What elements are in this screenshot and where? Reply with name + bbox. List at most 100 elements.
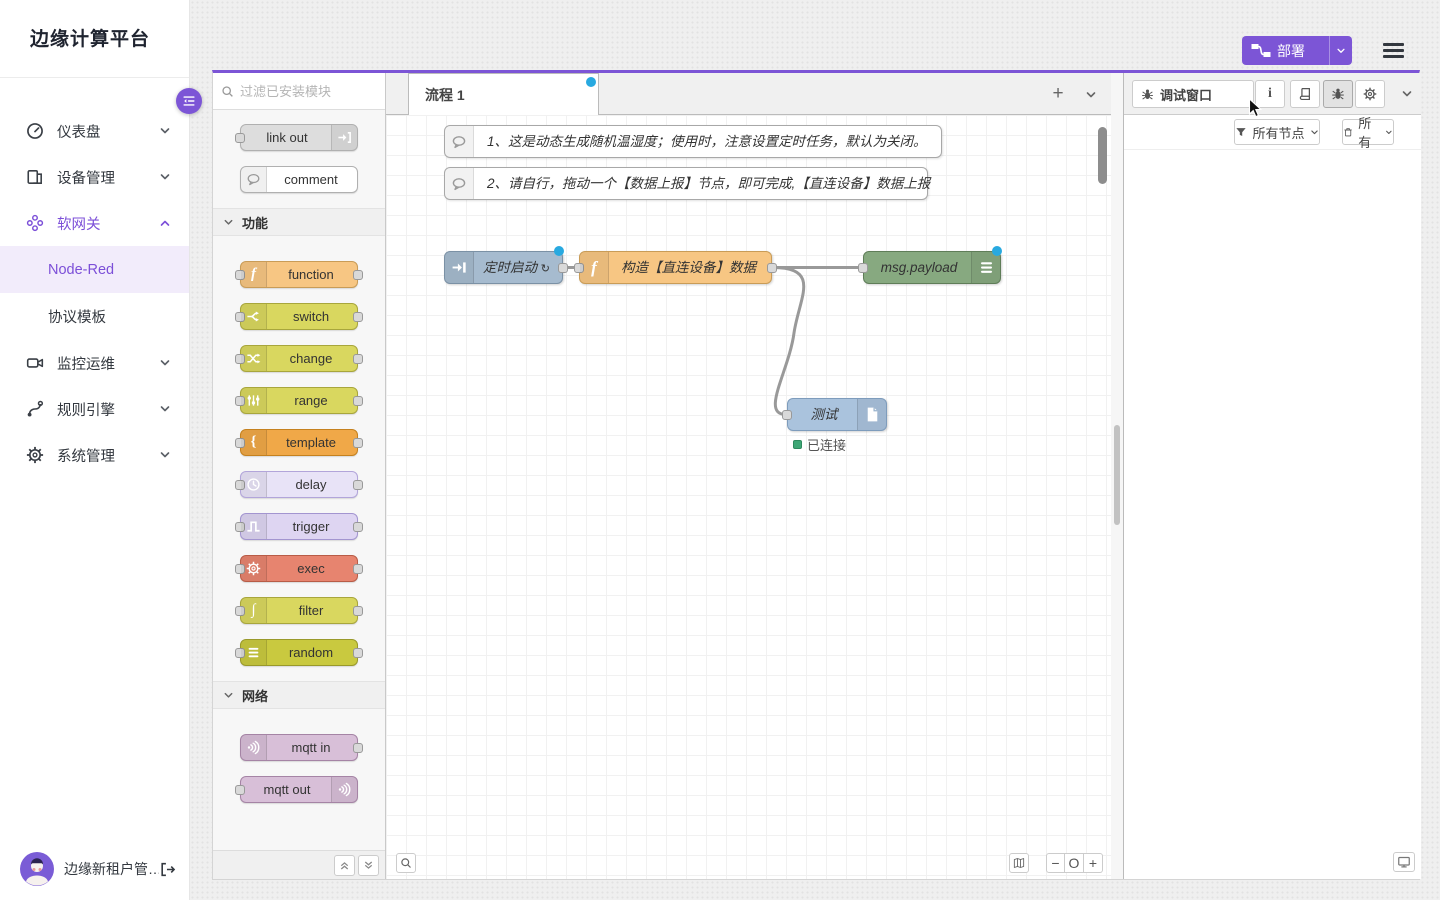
- report-node[interactable]: 测试: [787, 398, 887, 431]
- output-port[interactable]: [353, 564, 363, 574]
- output-port[interactable]: [353, 648, 363, 658]
- input-port[interactable]: [235, 785, 245, 795]
- palette-node-random[interactable]: random: [240, 639, 358, 666]
- debug-filter-row: 所有节点 所有: [1124, 115, 1421, 150]
- input-port[interactable]: [858, 263, 868, 273]
- palette-node-exec[interactable]: exec: [240, 555, 358, 582]
- output-port[interactable]: [353, 480, 363, 490]
- palette-section-network[interactable]: 网络: [213, 681, 385, 709]
- output-port[interactable]: [558, 263, 568, 273]
- sidebar-item-devices[interactable]: 设备管理: [0, 154, 189, 200]
- palette-body: link out comment 功能 f function: [213, 110, 385, 803]
- comment-node-2[interactable]: 2、请自行，拖动一个【数据上报】节点，即可完成,【直连设备】数据上报: [444, 167, 928, 200]
- search-icon: [221, 85, 234, 98]
- deploy-label: 部署: [1277, 41, 1329, 61]
- navigator-button[interactable]: [1009, 853, 1029, 873]
- link-out-icon: [331, 125, 357, 150]
- zoom-in-button[interactable]: +: [1084, 853, 1103, 873]
- sidebar-item-label: 软网关: [57, 213, 101, 234]
- palette-node-template[interactable]: { template: [240, 429, 358, 456]
- gear-icon: [241, 556, 267, 581]
- palette-node-change[interactable]: change: [240, 345, 358, 372]
- inject-node[interactable]: 定时启动 ↻: [444, 251, 563, 284]
- zoom-out-button[interactable]: −: [1046, 853, 1065, 873]
- output-port[interactable]: [353, 438, 363, 448]
- output-port[interactable]: [353, 396, 363, 406]
- flow-list-chevron-icon[interactable]: [1085, 89, 1097, 101]
- sidebar-item-label: 设备管理: [57, 167, 115, 188]
- palette-scroll-up-button[interactable]: [334, 855, 355, 876]
- sidebar-item-dashboard[interactable]: 仪表盘: [0, 108, 189, 154]
- palette-node-link-out[interactable]: link out: [240, 124, 358, 151]
- sidebar-item-node-red[interactable]: Node-Red: [0, 246, 189, 293]
- palette-node-switch[interactable]: switch: [240, 303, 358, 330]
- help-tab-button[interactable]: [1290, 80, 1320, 108]
- main-menu-button[interactable]: [1383, 43, 1404, 58]
- deploy-button[interactable]: 部署: [1242, 36, 1352, 65]
- node-changed-indicator: [554, 246, 564, 256]
- input-port[interactable]: [782, 410, 792, 420]
- flow-canvas[interactable]: 1、这是动态生成随机温湿度；使用时，注意设置定时任务，默认为关闭。 2、请自行，…: [386, 115, 1111, 879]
- zoom-reset-button[interactable]: O: [1065, 853, 1084, 873]
- canvas-scrollbar[interactable]: [1098, 127, 1107, 184]
- palette-node-range[interactable]: range: [240, 387, 358, 414]
- output-port[interactable]: [353, 743, 363, 753]
- output-port[interactable]: [353, 354, 363, 364]
- palette-search-input[interactable]: [240, 84, 377, 99]
- output-port[interactable]: [353, 312, 363, 322]
- sidebar-item-soft-gateway[interactable]: 软网关: [0, 200, 189, 246]
- config-tab-button[interactable]: [1355, 80, 1385, 108]
- sidebar-item-protocol-template[interactable]: 协议模板: [0, 293, 189, 340]
- gear-icon: [26, 446, 44, 464]
- output-port[interactable]: [353, 522, 363, 532]
- output-port[interactable]: [353, 270, 363, 280]
- palette-scroll-down-button[interactable]: [358, 855, 379, 876]
- palette-node-filter[interactable]: ∫ filter: [240, 597, 358, 624]
- sidebar-item-monitoring[interactable]: 监控运维: [0, 340, 189, 386]
- palette-node-mqtt-in[interactable]: mqtt in: [240, 734, 358, 761]
- comment-node-1[interactable]: 1、这是动态生成随机温湿度；使用时，注意设置定时任务，默认为关闭。: [444, 125, 942, 158]
- status-connected-dot: [793, 440, 802, 449]
- palette-node-mqtt-out[interactable]: mqtt out: [240, 776, 358, 803]
- debug-clear-label: 所有: [1358, 113, 1380, 151]
- canvas-search-button[interactable]: [396, 853, 416, 873]
- info-tab-button[interactable]: i: [1255, 80, 1285, 108]
- debug-tab[interactable]: 调试窗口: [1132, 80, 1254, 108]
- function-node[interactable]: f 构造【直连设备】数据: [579, 251, 772, 284]
- avatar: [20, 852, 54, 886]
- double-chevron-down-icon: [363, 860, 374, 871]
- palette-section-title: 网络: [242, 686, 268, 705]
- flow-tab-bar: 流程 1 +: [386, 73, 1111, 115]
- sidebar-item-system[interactable]: 系统管理: [0, 432, 189, 478]
- monitor-icon: [1397, 855, 1411, 869]
- input-port[interactable]: [235, 133, 245, 143]
- chevron-down-icon: [1336, 46, 1346, 56]
- deploy-options-button[interactable]: [1330, 46, 1352, 56]
- flow-tab[interactable]: 流程 1: [408, 73, 599, 115]
- palette-section-title: 功能: [242, 213, 268, 232]
- palette-search[interactable]: [213, 73, 385, 110]
- funnel-icon: [1235, 126, 1247, 138]
- palette-node-trigger[interactable]: trigger: [240, 513, 358, 540]
- palette-node-delay[interactable]: delay: [240, 471, 358, 498]
- output-port[interactable]: [353, 606, 363, 616]
- debug-clear-button[interactable]: 所有: [1342, 119, 1394, 145]
- rules-icon: [26, 400, 44, 418]
- page-scrollbar-thumb[interactable]: [1114, 425, 1120, 525]
- palette-section-function[interactable]: 功能: [213, 208, 385, 236]
- palette-node-comment[interactable]: comment: [240, 166, 358, 193]
- lines-icon: [241, 640, 267, 665]
- debug-filter-button[interactable]: 所有节点: [1234, 119, 1320, 145]
- debug-node[interactable]: msg.payload: [863, 251, 1001, 284]
- logout-icon[interactable]: [159, 861, 176, 878]
- add-flow-button[interactable]: +: [1047, 83, 1069, 105]
- debug-tab-button[interactable]: [1323, 80, 1353, 108]
- output-port[interactable]: [767, 263, 777, 273]
- page-scrollbar[interactable]: [1111, 73, 1123, 879]
- sidebar-options-chevron-icon[interactable]: [1401, 88, 1413, 100]
- sidebar-item-rule-engine[interactable]: 规则引擎: [0, 386, 189, 432]
- open-debug-window-button[interactable]: [1393, 852, 1415, 872]
- comment-text: 2、请自行，拖动一个【数据上报】节点，即可完成,【直连设备】数据上报: [445, 168, 927, 199]
- palette-node-function[interactable]: f function: [240, 261, 358, 288]
- sidebar-collapse-button[interactable]: [176, 88, 202, 114]
